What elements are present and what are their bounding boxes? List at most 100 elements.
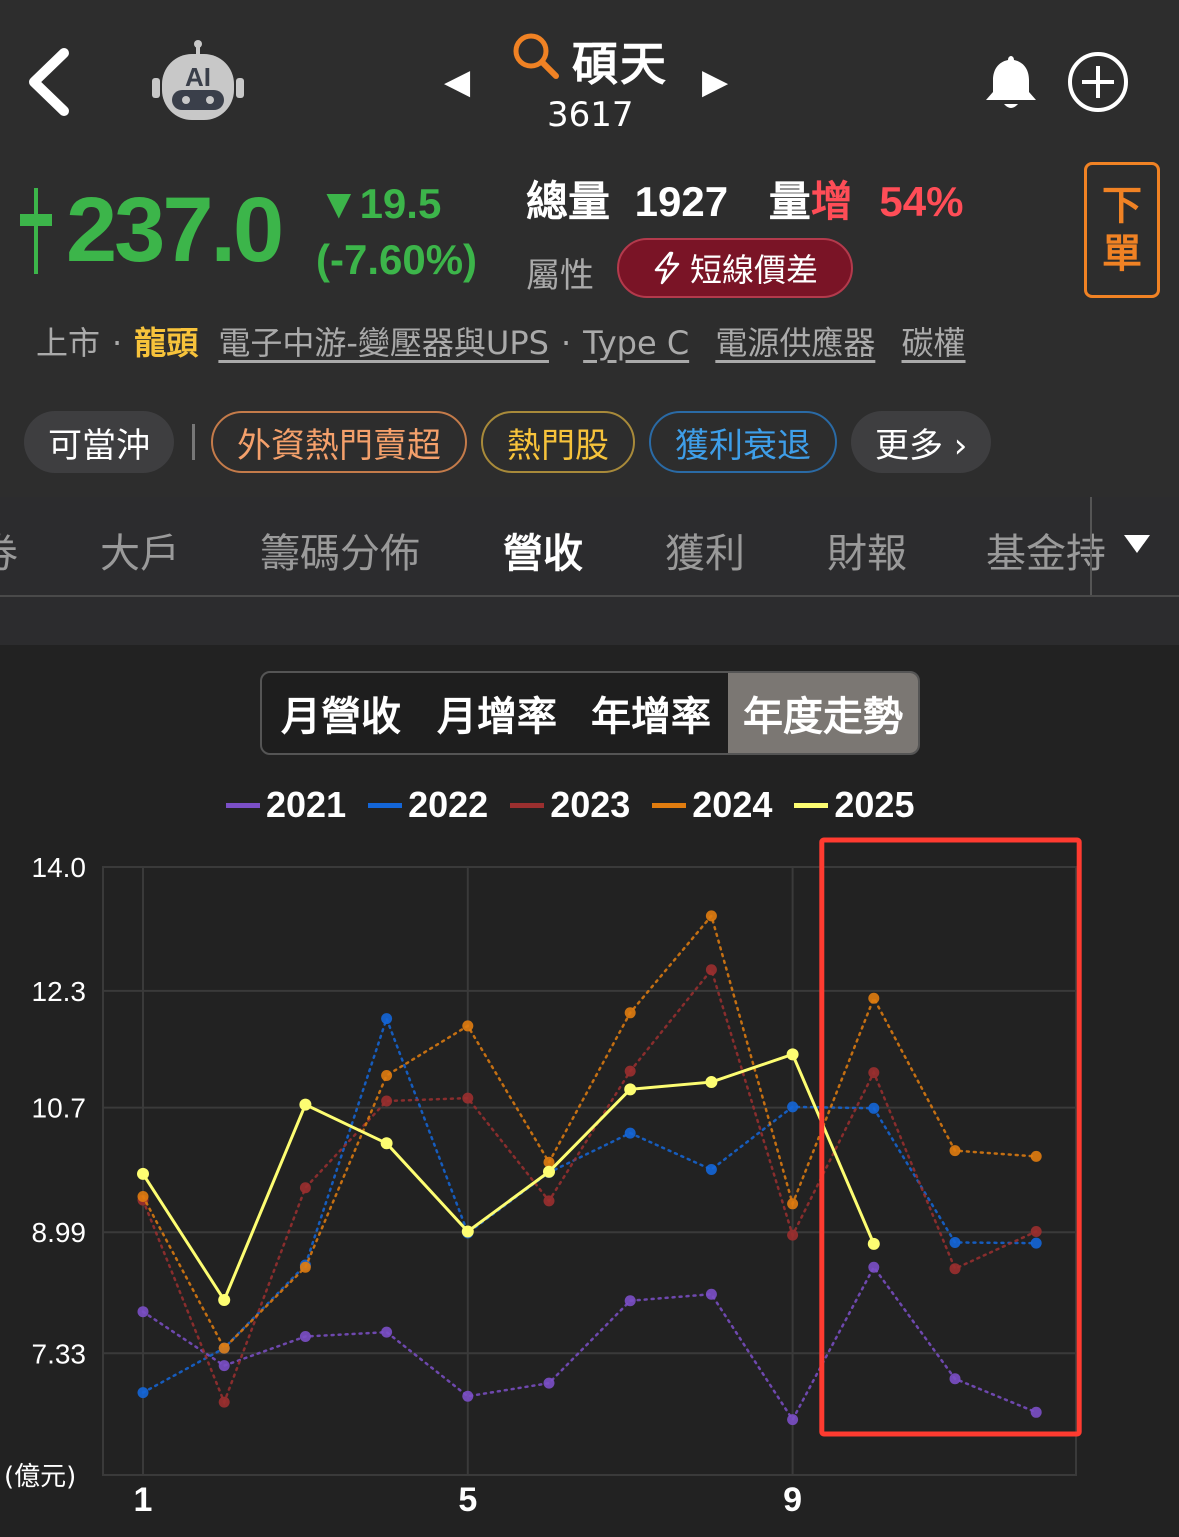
data-point-2021 bbox=[868, 1261, 880, 1273]
data-point-2024 bbox=[787, 1198, 799, 1210]
attribute-badge[interactable]: 短線價差 bbox=[617, 238, 853, 298]
tab-margin[interactable]: 券 bbox=[0, 521, 18, 579]
data-point-2023 bbox=[299, 1182, 311, 1194]
ai-label: AI bbox=[185, 62, 211, 92]
stock-header: AI ◀ 碩天 3617 ▶ 237.0 ▼19.5 (-7.60%) 總量 1… bbox=[0, 0, 1179, 497]
revenue-content: 月營收 月增率 年增率 年度走勢 2021 2022 2023 2024 202… bbox=[0, 645, 1179, 1537]
data-point-2021 bbox=[218, 1360, 230, 1372]
series-line-2023 bbox=[141, 967, 1038, 1406]
tag-row: 可當沖 外資熱門賣超 熱門股 獲利衰退 更多 › bbox=[24, 410, 1005, 474]
plot-frame bbox=[102, 866, 1077, 1476]
x-tick-label: 1 bbox=[134, 1481, 153, 1519]
tag-foreign-sell[interactable]: 外資熱門賣超 bbox=[211, 411, 467, 473]
tab-chip-distribution[interactable]: 籌碼分佈 bbox=[260, 521, 420, 579]
data-point-2024 bbox=[705, 910, 717, 922]
tab-profit[interactable]: 獲利 bbox=[665, 521, 745, 579]
sub-navigation: 券 大戶 籌碼分佈 營收 獲利 財報 基金持 bbox=[0, 497, 1179, 597]
stock-code: 3617 bbox=[547, 95, 634, 135]
volume-info: 總量 1927 量增 54% bbox=[526, 168, 963, 229]
volume-increase-value: 54% bbox=[879, 178, 964, 225]
data-point-2021 bbox=[787, 1414, 799, 1426]
data-point-2022 bbox=[137, 1387, 149, 1399]
category-link[interactable]: Type C bbox=[583, 324, 689, 362]
category-line: 上市 · 龍頭 電子中游-變壓器與UPS · Type C 電源供應器 碳權 bbox=[36, 324, 966, 362]
tab-financials[interactable]: 財報 bbox=[827, 521, 907, 579]
volume-increase-label-b: 增 bbox=[810, 177, 853, 226]
data-point-2025 bbox=[543, 1165, 555, 1178]
data-point-2025 bbox=[461, 1225, 474, 1238]
tab-revenue[interactable]: 營收 bbox=[503, 521, 583, 579]
data-point-2023 bbox=[381, 1095, 393, 1107]
tag-profit-decline[interactable]: 獲利衰退 bbox=[649, 411, 837, 473]
data-point-2023 bbox=[868, 1067, 880, 1079]
data-point-2025 bbox=[137, 1167, 149, 1180]
y-tick-label: 10.7 bbox=[32, 1093, 87, 1124]
data-point-2024 bbox=[381, 1069, 393, 1081]
data-point-2024 bbox=[137, 1191, 149, 1203]
data-point-2025 bbox=[299, 1098, 312, 1111]
order-button-line2: 單 bbox=[1102, 231, 1142, 277]
data-point-2022 bbox=[624, 1127, 636, 1139]
data-point-2024 bbox=[949, 1145, 961, 1157]
order-button-line1: 下 bbox=[1102, 183, 1142, 229]
subnav-divider bbox=[1090, 497, 1092, 595]
prev-stock-button[interactable]: ◀ bbox=[444, 62, 470, 102]
series-line-2021 bbox=[141, 1264, 1038, 1423]
attribute-label: 屬性 bbox=[526, 256, 594, 296]
data-point-2023 bbox=[787, 1229, 799, 1241]
category-link[interactable]: 電源供應器 bbox=[715, 324, 875, 362]
stock-name[interactable]: 碩天 bbox=[572, 28, 668, 94]
data-point-2023 bbox=[624, 1065, 636, 1077]
highlight-annotation-box bbox=[819, 837, 1082, 1437]
tab-major-holders[interactable]: 大戶 bbox=[100, 521, 180, 579]
back-arrow-icon[interactable] bbox=[22, 45, 82, 120]
next-stock-button[interactable]: ▶ bbox=[702, 62, 728, 102]
data-point-2025 bbox=[218, 1294, 231, 1307]
category-link[interactable]: 電子中游-變壓器與UPS bbox=[218, 324, 549, 362]
lightning-icon bbox=[654, 251, 680, 285]
data-point-2022 bbox=[1030, 1237, 1042, 1249]
y-axis-unit: (億元) bbox=[4, 1462, 76, 1492]
category-link[interactable]: 碳權 bbox=[902, 324, 966, 362]
data-point-2021 bbox=[462, 1390, 474, 1402]
ai-robot-icon[interactable]: AI bbox=[148, 40, 248, 122]
volume-increase-label-a: 量 bbox=[768, 177, 811, 226]
data-point-2022 bbox=[868, 1102, 880, 1114]
data-point-2021 bbox=[949, 1373, 961, 1385]
data-point-2021 bbox=[137, 1306, 149, 1318]
tab-fund-holdings[interactable]: 基金持 bbox=[986, 521, 1106, 579]
volume-value: 1927 bbox=[634, 178, 729, 225]
bell-icon[interactable] bbox=[980, 52, 1042, 114]
data-point-2025 bbox=[867, 1237, 880, 1250]
x-tick-label: 5 bbox=[458, 1481, 477, 1519]
tag-hot-stock[interactable]: 熱門股 bbox=[481, 411, 635, 473]
data-point-2023 bbox=[949, 1263, 961, 1275]
y-tick-label: 12.3 bbox=[32, 976, 87, 1007]
data-point-2021 bbox=[1030, 1406, 1042, 1418]
x-tick-label: 9 bbox=[783, 1481, 802, 1519]
data-point-2025 bbox=[786, 1048, 799, 1061]
current-price: 237.0 bbox=[66, 179, 284, 281]
data-point-2021 bbox=[543, 1377, 555, 1389]
chevron-down-icon[interactable] bbox=[1124, 535, 1150, 553]
data-point-2022 bbox=[381, 1013, 393, 1025]
order-button[interactable]: 下 單 bbox=[1084, 162, 1160, 298]
data-point-2021 bbox=[299, 1330, 311, 1342]
data-point-2024 bbox=[462, 1020, 474, 1032]
y-tick-label: 7.33 bbox=[32, 1338, 87, 1369]
tag-day-trade[interactable]: 可當沖 bbox=[24, 411, 174, 473]
revenue-trend-chart: 14.0 12.3 10.7 8.99 7.33 1 5 9 (億元) bbox=[4, 837, 1082, 1519]
data-point-2024 bbox=[218, 1342, 230, 1354]
lead-label: 龍頭 bbox=[134, 324, 199, 362]
tag-more-button[interactable]: 更多 › bbox=[851, 411, 992, 473]
data-point-2022 bbox=[787, 1101, 799, 1113]
search-icon[interactable] bbox=[510, 30, 562, 82]
data-point-2024 bbox=[868, 992, 880, 1004]
add-watchlist-icon[interactable] bbox=[1066, 50, 1130, 114]
series-line-2025 bbox=[141, 1052, 876, 1304]
data-point-2023 bbox=[218, 1396, 230, 1408]
tag-divider bbox=[192, 424, 195, 460]
market-label: 上市 bbox=[36, 324, 101, 362]
data-point-2024 bbox=[299, 1261, 311, 1273]
series-line-2022 bbox=[141, 1014, 1038, 1394]
